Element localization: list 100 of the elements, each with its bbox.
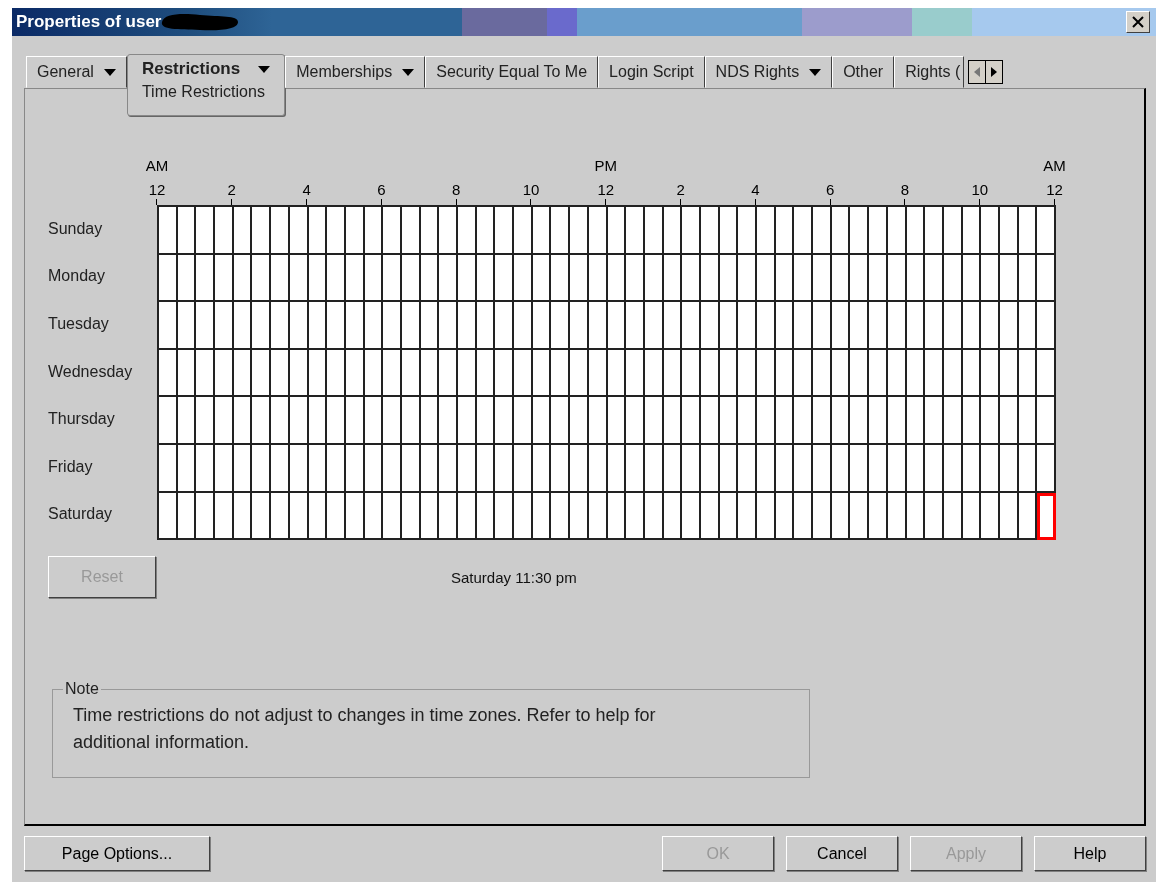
time-slot[interactable] xyxy=(495,397,515,445)
time-slot[interactable] xyxy=(682,349,701,398)
time-slot[interactable] xyxy=(495,492,515,541)
time-slot[interactable] xyxy=(327,492,346,541)
time-slot[interactable] xyxy=(813,349,832,398)
time-slot[interactable] xyxy=(738,207,757,255)
time-slot[interactable] xyxy=(570,444,589,493)
time-slot[interactable] xyxy=(514,349,533,398)
time-slot[interactable] xyxy=(215,254,234,303)
time-slot[interactable] xyxy=(813,492,832,541)
time-slot[interactable] xyxy=(682,207,701,255)
time-slot[interactable] xyxy=(682,444,701,493)
tab[interactable]: Rights ( xyxy=(894,56,965,88)
time-slot[interactable] xyxy=(981,444,1000,493)
time-slot[interactable] xyxy=(439,444,458,493)
time-slot[interactable] xyxy=(458,349,477,398)
time-slot[interactable] xyxy=(869,444,888,493)
time-slot[interactable] xyxy=(850,349,870,398)
time-slot[interactable] xyxy=(757,349,776,398)
time-slot[interactable] xyxy=(981,397,1000,445)
time-slot[interactable] xyxy=(813,207,832,255)
time-slot[interactable] xyxy=(869,492,888,541)
time-slot[interactable] xyxy=(327,444,346,493)
time-slot[interactable] xyxy=(458,254,477,303)
time-slot[interactable] xyxy=(925,207,944,255)
time-slot[interactable] xyxy=(925,397,944,445)
time-slot[interactable] xyxy=(794,444,814,493)
time-slot[interactable] xyxy=(551,207,571,255)
time-slot[interactable] xyxy=(570,397,589,445)
time-slot[interactable] xyxy=(439,492,458,541)
time-slot[interactable] xyxy=(383,207,402,255)
time-slot[interactable] xyxy=(925,444,944,493)
time-slot[interactable] xyxy=(981,302,1000,350)
time-slot[interactable] xyxy=(271,397,290,445)
time-slot[interactable] xyxy=(215,302,234,350)
time-slot[interactable] xyxy=(159,207,178,255)
time-slot[interactable] xyxy=(252,492,272,541)
time-slot[interactable] xyxy=(626,302,645,350)
time-slot[interactable] xyxy=(1037,207,1056,255)
time-slot[interactable] xyxy=(794,254,814,303)
time-slot[interactable] xyxy=(495,349,515,398)
time-slot[interactable] xyxy=(626,254,645,303)
time-slot[interactable] xyxy=(738,444,757,493)
time-slot[interactable] xyxy=(794,349,814,398)
time-slot[interactable] xyxy=(1037,444,1056,493)
tab[interactable]: NDS Rights xyxy=(704,56,833,88)
tab[interactable]: Memberships xyxy=(285,56,426,88)
time-slot[interactable] xyxy=(570,207,589,255)
time-slot[interactable] xyxy=(981,349,1000,398)
time-slot[interactable] xyxy=(869,397,888,445)
time-slot[interactable] xyxy=(682,302,701,350)
time-slot[interactable] xyxy=(159,302,178,350)
time-slot[interactable] xyxy=(738,349,757,398)
time-slot[interactable] xyxy=(850,492,870,541)
time-slot[interactable] xyxy=(738,254,757,303)
time-slot[interactable] xyxy=(271,302,290,350)
time-slot[interactable] xyxy=(252,444,272,493)
time-slot[interactable] xyxy=(626,349,645,398)
time-slot[interactable] xyxy=(981,207,1000,255)
time-slot[interactable] xyxy=(383,349,402,398)
time-slot[interactable] xyxy=(925,254,944,303)
time-slot[interactable] xyxy=(458,492,477,541)
time-slot[interactable] xyxy=(439,254,458,303)
time-slot[interactable] xyxy=(570,349,589,398)
time-slot[interactable] xyxy=(159,397,178,445)
time-slot[interactable] xyxy=(551,254,571,303)
time-slot[interactable] xyxy=(252,207,272,255)
time-slot[interactable] xyxy=(215,444,234,493)
time-slot[interactable] xyxy=(327,397,346,445)
time-slot[interactable] xyxy=(794,397,814,445)
tab[interactable]: General xyxy=(26,56,127,88)
time-slot[interactable] xyxy=(757,492,776,541)
time-slot[interactable] xyxy=(794,492,814,541)
time-slot[interactable] xyxy=(196,302,216,350)
time-slot[interactable] xyxy=(757,397,776,445)
time-slot[interactable] xyxy=(196,207,216,255)
time-slot[interactable] xyxy=(252,397,272,445)
time-slot[interactable] xyxy=(327,349,346,398)
time-slot[interactable] xyxy=(252,302,272,350)
time-slot[interactable] xyxy=(794,302,814,350)
time-slot[interactable] xyxy=(215,397,234,445)
time-slot[interactable] xyxy=(570,254,589,303)
time-slot[interactable] xyxy=(271,349,290,398)
time-slot[interactable] xyxy=(1037,302,1056,350)
tab[interactable]: Other xyxy=(832,56,895,88)
time-slot[interactable] xyxy=(850,207,870,255)
time-slot[interactable] xyxy=(458,397,477,445)
time-slot[interactable] xyxy=(196,492,216,541)
time-slot[interactable] xyxy=(813,302,832,350)
time-slot[interactable] xyxy=(271,444,290,493)
time-slot[interactable] xyxy=(981,492,1000,541)
time-slot[interactable] xyxy=(925,349,944,398)
time-slot[interactable] xyxy=(626,207,645,255)
time-slot[interactable] xyxy=(514,254,533,303)
time-slot[interactable] xyxy=(383,302,402,350)
time-slot[interactable] xyxy=(869,207,888,255)
time-slot[interactable] xyxy=(495,254,515,303)
time-slot[interactable] xyxy=(850,397,870,445)
dialog-button[interactable]: Page Options... xyxy=(24,836,210,871)
time-slot[interactable] xyxy=(215,349,234,398)
